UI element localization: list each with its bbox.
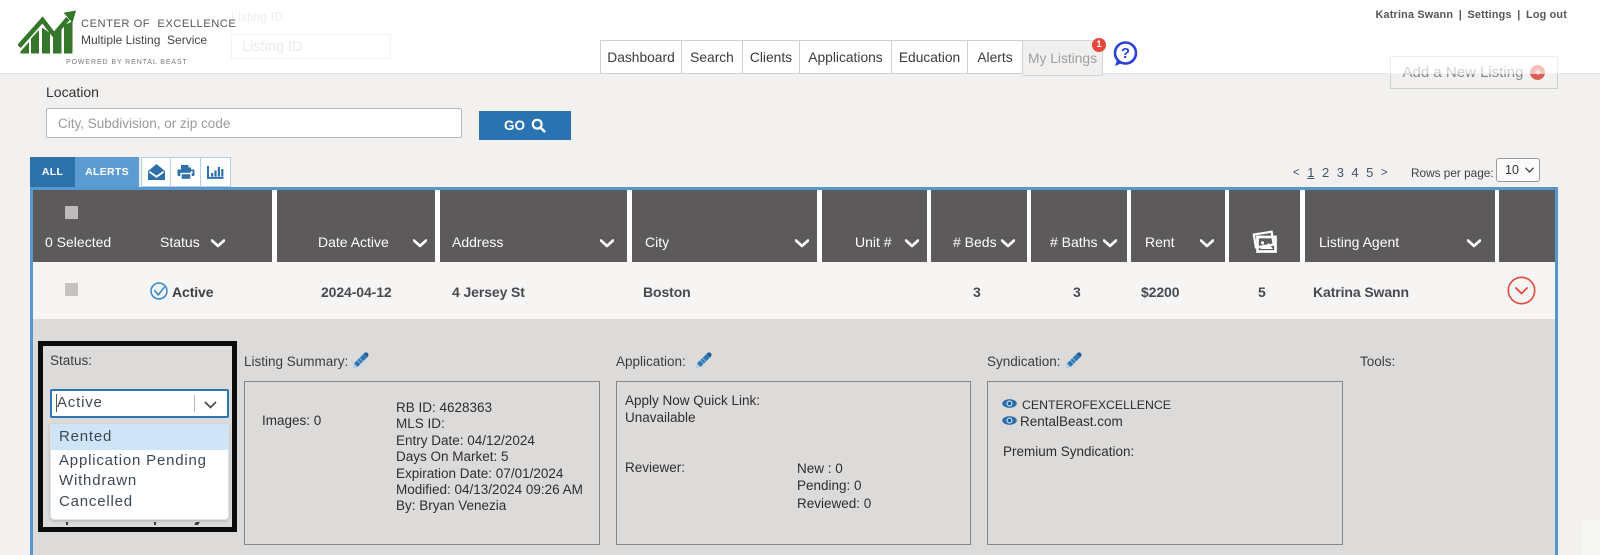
svg-text:?: ? xyxy=(1121,45,1130,62)
